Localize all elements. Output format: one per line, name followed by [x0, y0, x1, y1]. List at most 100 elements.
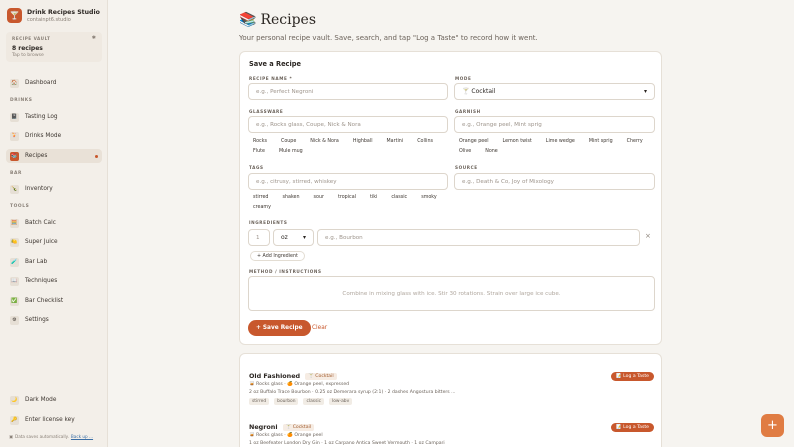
tag-chip[interactable]: tiki [367, 194, 380, 201]
save-recipe-card: Save a Recipe RECIPE NAME * e.g., Perfec… [239, 51, 662, 345]
chevron-down-icon: ▾ [643, 88, 647, 95]
page-title: 📚 Recipes [239, 12, 316, 28]
chevron-down-icon: ▾ [302, 234, 306, 241]
vault-hint: Tap to browse [12, 53, 44, 58]
sidebar-item-tasting-log[interactable]: 📓 Tasting Log [6, 110, 102, 124]
app-subtitle: containpt6.studio [27, 16, 71, 23]
recipe-title: Negroni 🍸 Cocktail [249, 423, 654, 431]
garnish-chips: Orange peel Lemon twist Lime wedge Mint … [456, 138, 656, 155]
tag-chip[interactable]: tropical [335, 194, 359, 201]
sidebar-item-recipes[interactable]: 📚 Recipes [6, 149, 102, 163]
garnish-chip[interactable]: None [482, 148, 501, 155]
calculator-icon: 🧮 [10, 218, 19, 228]
garnish-chip[interactable]: Lime wedge [543, 138, 578, 145]
recipe-meta: 🥃 Rocks glass · 🍊 Orange peel, expressed [249, 382, 350, 387]
sidebar-item-bar-lab[interactable]: 🧪 Bar Lab [6, 255, 102, 269]
drink-icon: 🍹 [10, 131, 19, 141]
key-icon: 🔑 [10, 415, 19, 425]
recipe-item[interactable]: Old Fashioned 🍸 Cocktail 🥃 Rocks glass · … [249, 372, 654, 405]
book-icon: 📖 [10, 276, 19, 286]
log-a-taste-button[interactable]: 📝 Log a Taste [610, 423, 654, 432]
glass-chip[interactable]: Highball [350, 138, 376, 145]
recipe-name-input[interactable]: e.g., Perfect Negroni [248, 83, 448, 100]
save-recipe-button[interactable]: + Save Recipe [248, 320, 311, 336]
glassware-input[interactable]: e.g., Rocks glass, Coupe, Nick & Nora [248, 116, 448, 133]
autosave-text: Data saves automatically. [14, 434, 69, 439]
ingredient-qty-input[interactable]: 1 [248, 229, 270, 246]
glass-chip[interactable]: Collins [414, 138, 436, 145]
brand[interactable]: 🍸 Drink Recipes Studio containpt6.studio [7, 8, 100, 23]
ingredient-name-input[interactable]: e.g., Bourbon [317, 229, 640, 246]
tag-chip[interactable]: creamy [250, 204, 274, 211]
sidebar-item-inventory[interactable]: 🍾 Inventory [6, 182, 102, 196]
recipe-meta: 🥃 Rocks glass · 🍊 Orange peel [249, 433, 323, 438]
method-textarea[interactable]: Combine in mixing glass with ice. Stir 3… [248, 276, 655, 311]
mode-badge: 🍸 Cocktail [305, 372, 337, 380]
home-icon: 🏠 [10, 78, 19, 88]
sidebar-item-label: Settings [25, 317, 49, 323]
sidebar-item-label: Super Juice [25, 239, 58, 245]
garnish-chip[interactable]: Cherry [624, 138, 646, 145]
recipe-tags: stirred bourbon classic low-abv [249, 398, 654, 405]
sidebar-item-techniques[interactable]: 📖 Techniques [6, 274, 102, 288]
glassware-chips: Rocks Coupe Nick & Nora Highball Martini… [250, 138, 450, 155]
tag-chip[interactable]: stirred [250, 194, 271, 201]
ingredients-label: INGREDIENTS [249, 220, 288, 225]
dark-mode-toggle[interactable]: 🌙 Dark Mode [6, 393, 102, 407]
recipe-item[interactable]: Negroni 🍸 Cocktail 🥃 Rocks glass · 🍊 Oran… [249, 423, 654, 446]
tag-chip[interactable]: shaken [279, 194, 302, 201]
sidebar-item-label: Recipes [25, 153, 48, 159]
tag-chips: stirred shaken sour tropical tiki classi… [250, 194, 440, 211]
glass-chip[interactable]: Rocks [250, 138, 270, 145]
garnish-chip[interactable]: Olive [456, 148, 474, 155]
section-drinks: DRINKS [10, 98, 33, 103]
tag-badge: stirred [249, 398, 270, 405]
remove-ingredient-icon[interactable]: × [645, 232, 651, 240]
sidebar-item-settings[interactable]: ⚙ Settings [6, 313, 102, 327]
sidebar-item-label: Enter license key [25, 417, 75, 423]
sidebar-item-batch-calc[interactable]: 🧮 Batch Calc [6, 216, 102, 230]
clear-button[interactable]: Clear [312, 325, 327, 331]
sidebar-item-label: Drinks Mode [25, 133, 62, 139]
unit-value: oz [281, 234, 288, 241]
source-input[interactable]: e.g., Death & Co, Joy of Mixology [454, 173, 655, 190]
garnish-chip[interactable]: Orange peel [456, 138, 492, 145]
tag-chip[interactable]: smoky [418, 194, 440, 201]
glass-chip[interactable]: Nick & Nora [307, 138, 342, 145]
tag-chip[interactable]: sour [311, 194, 327, 201]
add-ingredient-button[interactable]: + Add Ingredient [250, 251, 305, 261]
pin-icon: ✱ [91, 35, 96, 41]
log-a-taste-button[interactable]: 📝 Log a Taste [610, 372, 654, 381]
sidebar-item-drinks-mode[interactable]: 🍹 Drinks Mode [6, 129, 102, 143]
garnish-chip[interactable]: Mint sprig [586, 138, 616, 145]
tag-badge: classic [303, 398, 325, 405]
recipe-vault-card[interactable]: RECIPE VAULT ✱ 8 recipes Tap to browse [6, 32, 102, 62]
recipe-title: Old Fashioned 🍸 Cocktail [249, 372, 654, 380]
sidebar-item-super-juice[interactable]: 🍋 Super Juice [6, 235, 102, 249]
tag-chip[interactable]: classic [388, 194, 410, 201]
section-tools: TOOLS [10, 204, 30, 209]
add-fab-button[interactable]: + [761, 414, 784, 437]
backup-link[interactable]: Back up ... [71, 434, 93, 439]
sidebar-item-label: Bar Lab [25, 259, 48, 265]
license-key-button[interactable]: 🔑 Enter license key [6, 413, 102, 427]
bottle-icon: 🍾 [10, 184, 19, 194]
ingredient-unit-select[interactable]: oz ▾ [273, 229, 314, 246]
notebook-icon: 📓 [10, 112, 19, 122]
glass-chip[interactable]: Coupe [278, 138, 299, 145]
glass-chip[interactable]: Mule mug [276, 148, 306, 155]
glass-chip[interactable]: Martini [384, 138, 407, 145]
garnish-label: GARNISH [455, 109, 481, 114]
sidebar-item-dashboard[interactable]: 🏠 Dashboard [6, 76, 102, 90]
glass-chip[interactable]: Flute [250, 148, 268, 155]
sidebar-item-label: Dashboard [25, 80, 57, 86]
tags-input[interactable]: e.g., citrusy, stirred, whiskey [248, 173, 448, 190]
recipe-name: Old Fashioned [249, 372, 301, 380]
sidebar-item-label: Techniques [25, 278, 58, 284]
sidebar-item-label: Bar Checklist [25, 298, 64, 304]
garnish-input[interactable]: e.g., Orange peel, Mint sprig [454, 116, 655, 133]
sidebar-item-label: Batch Calc [25, 220, 56, 226]
garnish-chip[interactable]: Lemon twist [500, 138, 535, 145]
sidebar-item-bar-checklist[interactable]: ✅ Bar Checklist [6, 294, 102, 308]
mode-select[interactable]: 🍸 Cocktail ▾ [454, 83, 655, 100]
